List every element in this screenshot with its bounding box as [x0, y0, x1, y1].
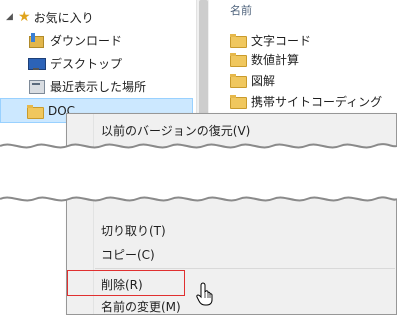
nav-item-downloads[interactable]: ダウンロード — [28, 30, 122, 50]
file-item[interactable]: 文字コード — [230, 31, 311, 49]
file-item-label: 図解 — [251, 73, 276, 88]
file-item[interactable]: 図解 — [230, 71, 275, 89]
folder-icon — [230, 34, 247, 48]
file-item[interactable]: 携帯サイトコーディング — [230, 92, 382, 110]
nav-favorites[interactable]: ◢ ★ お気に入り — [6, 7, 94, 27]
name-column-header[interactable]: 名前 — [230, 2, 252, 18]
recent-places-icon — [28, 79, 45, 94]
hand-cursor-icon — [196, 282, 213, 306]
file-item[interactable]: 数値計算 — [230, 50, 299, 68]
chevron-down-icon[interactable]: ◢ — [6, 12, 16, 22]
menu-separator — [95, 268, 395, 269]
scrollbar-thumb[interactable] — [199, 0, 208, 125]
menu-item-cut[interactable]: 切り取り(T) — [101, 220, 166, 240]
torn-edge-divider — [0, 143, 397, 202]
menu-item-copy[interactable]: コピー(C) — [101, 244, 155, 264]
nav-item-label: 最近表示した場所 — [50, 79, 147, 94]
menu-item-restore-previous-versions[interactable]: 以前のバージョンの復元(V) — [101, 120, 250, 140]
star-icon: ★ — [18, 9, 31, 25]
nav-item-recent-places[interactable]: 最近表示した場所 — [28, 76, 146, 96]
folder-icon — [230, 74, 247, 88]
file-item-label: 文字コード — [251, 33, 312, 48]
desktop-icon — [28, 56, 46, 70]
nav-favorites-label: お気に入り — [33, 10, 94, 25]
nav-item-label: ダウンロード — [50, 33, 123, 48]
nav-item-desktop[interactable]: デスクトップ — [28, 53, 122, 73]
menu-item-rename[interactable]: 名前の変更(M) — [101, 296, 181, 315]
file-item-label: 数値計算 — [251, 52, 300, 67]
downloads-folder-icon — [28, 33, 44, 48]
nav-item-label: デスクトップ — [50, 56, 123, 71]
folder-icon — [27, 104, 44, 119]
folder-icon — [230, 95, 247, 109]
folder-icon — [230, 53, 247, 67]
file-item-label: 携帯サイトコーディング — [251, 94, 383, 109]
menu-item-delete[interactable]: 削除(R) — [101, 274, 143, 294]
